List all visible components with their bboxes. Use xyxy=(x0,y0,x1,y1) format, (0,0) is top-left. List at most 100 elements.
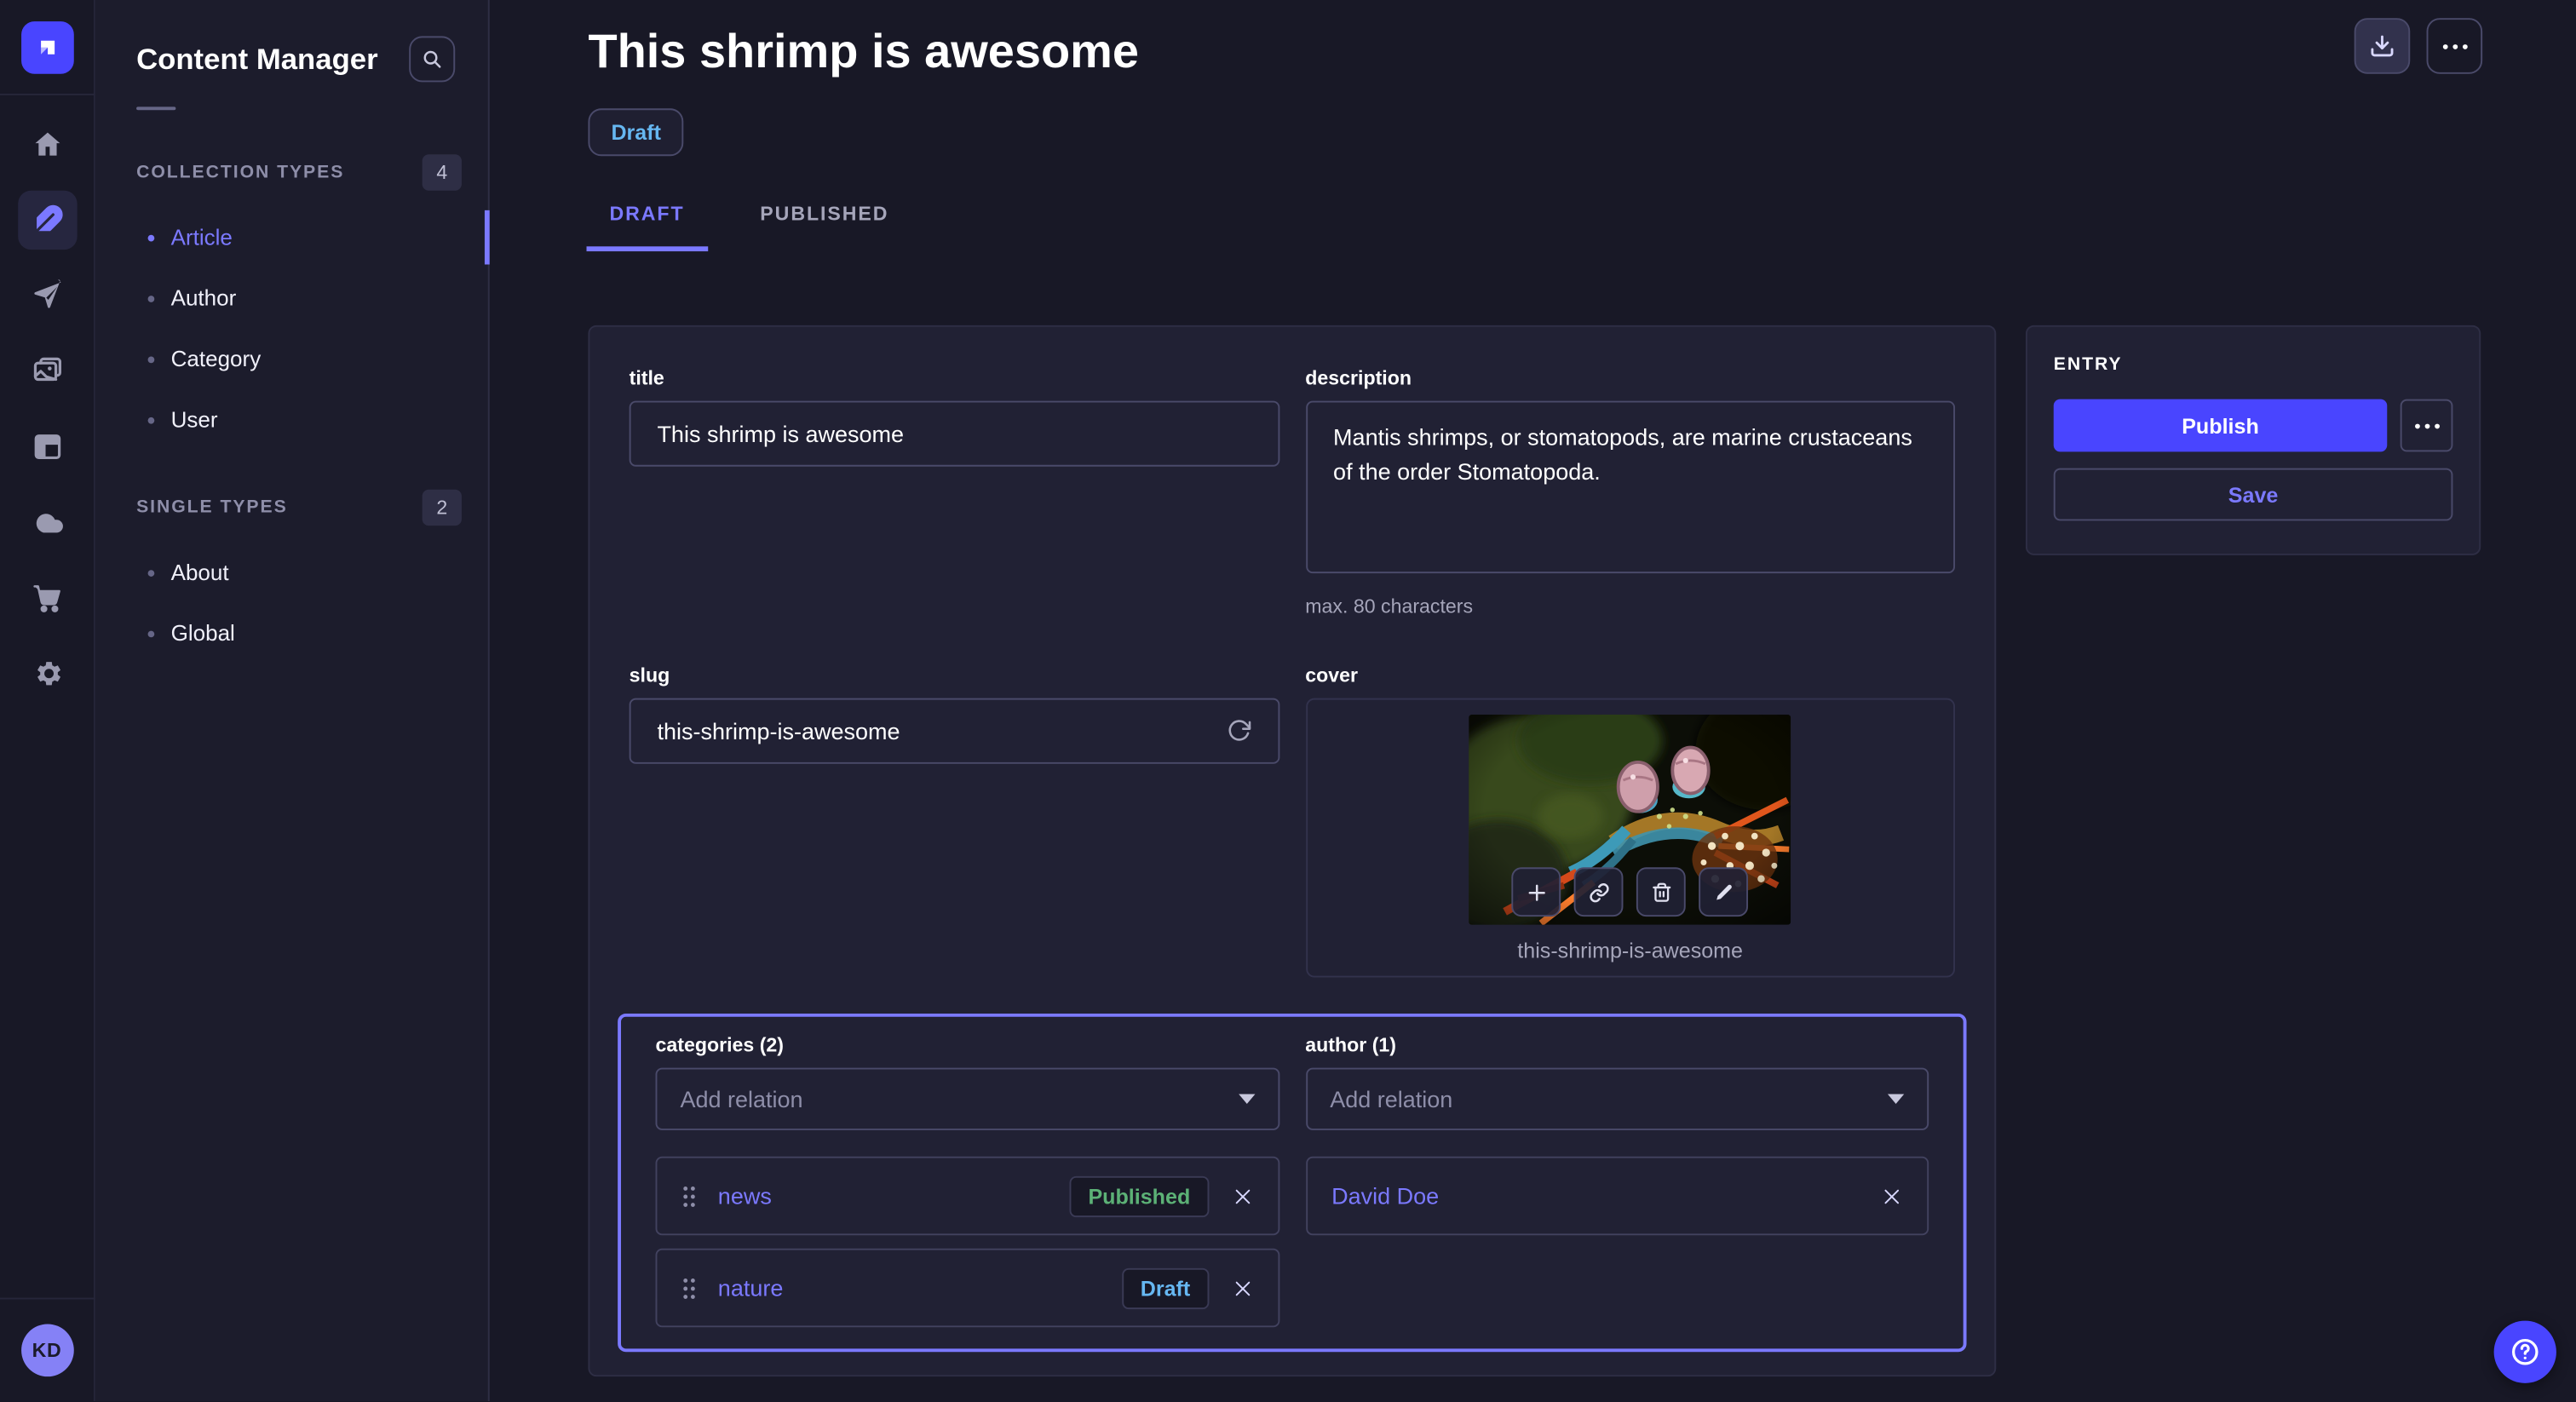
description-label: description xyxy=(1305,366,1955,389)
publish-button[interactable]: Publish xyxy=(2054,399,2388,452)
strapi-logo[interactable] xyxy=(20,21,73,74)
slug-label: slug xyxy=(630,664,1279,687)
categories-field: categories (2) Add relation news Publ xyxy=(656,1033,1279,1327)
remove-relation-button[interactable] xyxy=(1231,1185,1252,1206)
collection-types-heading: COLLECTION TYPES xyxy=(136,163,344,182)
more-options-icon xyxy=(2414,423,2439,428)
add-media-button[interactable] xyxy=(1512,867,1561,916)
download-button[interactable] xyxy=(2355,18,2411,74)
edit-media-button[interactable] xyxy=(1699,867,1749,916)
version-tabs: DRAFT PUBLISHED xyxy=(587,202,2576,251)
link-icon xyxy=(1588,882,1609,903)
slug-input[interactable] xyxy=(657,718,1224,744)
relation-link-news[interactable]: news xyxy=(718,1183,1070,1210)
cover-image[interactable] xyxy=(1469,715,1791,925)
rail-divider xyxy=(0,1298,95,1300)
trash-icon xyxy=(1651,882,1672,903)
author-add-relation-select[interactable]: Add relation xyxy=(1305,1068,1929,1130)
plus-icon xyxy=(1526,882,1547,903)
sidebar-item-user[interactable]: User xyxy=(95,389,488,450)
sidebar-item-category[interactable]: Category xyxy=(95,329,488,389)
relation-item-nature: nature Draft xyxy=(656,1249,1279,1328)
content-type-builder-icon[interactable] xyxy=(17,417,76,476)
subnav-divider xyxy=(136,106,175,110)
media-library-icon[interactable] xyxy=(17,342,76,400)
entry-panel: ENTRY Publish Save xyxy=(2026,325,2481,555)
edit-form-card: title description Mantis shrimps, or sto… xyxy=(588,325,1996,1376)
marketplace-cart-icon[interactable] xyxy=(17,568,76,627)
sidebar-item-article[interactable]: Article xyxy=(95,207,488,267)
more-options-icon xyxy=(2442,43,2467,49)
slug-field: slug xyxy=(630,664,1279,977)
tab-published[interactable]: PUBLISHED xyxy=(737,202,911,251)
send-icon[interactable] xyxy=(17,266,76,325)
cover-media-box: this-shrimp-is-awesome xyxy=(1305,698,1955,978)
drag-handle-icon[interactable] xyxy=(681,1276,696,1301)
relation-status-badge: Draft xyxy=(1123,1267,1209,1308)
strapi-logo-icon xyxy=(32,32,63,64)
chevron-down-icon xyxy=(1888,1094,1904,1104)
strapi-admin-window: KD Content Manager COLLECTION TYPES 4 Ar… xyxy=(0,0,2576,1401)
close-icon xyxy=(1881,1185,1902,1206)
settings-gear-icon[interactable] xyxy=(17,644,76,703)
copy-link-button[interactable] xyxy=(1574,867,1624,916)
remove-relation-button[interactable] xyxy=(1881,1185,1902,1206)
pencil-icon xyxy=(1713,882,1734,903)
relation-link-david-doe[interactable]: David Doe xyxy=(1331,1183,1881,1210)
categories-label: categories (2) xyxy=(656,1033,1279,1056)
title-field: title xyxy=(630,366,1279,618)
entry-panel-title: ENTRY xyxy=(2054,355,2453,375)
help-button[interactable] xyxy=(2494,1321,2556,1383)
sidebar-item-global[interactable]: Global xyxy=(95,603,488,664)
entry-more-options-button[interactable] xyxy=(2401,399,2453,452)
single-types-count: 2 xyxy=(423,490,462,526)
relations-highlight-box: categories (2) Add relation news Publ xyxy=(618,1014,1966,1352)
header-more-options-button[interactable] xyxy=(2427,18,2483,74)
description-field: description Mantis shrimps, or stomatopo… xyxy=(1305,366,1955,618)
collection-types-count: 4 xyxy=(423,154,462,190)
user-avatar[interactable]: KD xyxy=(20,1324,73,1376)
description-hint: max. 80 characters xyxy=(1305,595,1955,618)
regenerate-icon xyxy=(1225,718,1251,744)
search-icon xyxy=(421,48,444,71)
remove-relation-button[interactable] xyxy=(1231,1277,1252,1298)
main-nav-rail: KD xyxy=(0,0,95,1401)
content-manager-feather-icon[interactable] xyxy=(17,191,76,250)
relation-link-nature[interactable]: nature xyxy=(718,1275,1123,1301)
rail-divider xyxy=(0,94,95,95)
relation-item-news: news Published xyxy=(656,1157,1279,1236)
categories-add-relation-select[interactable]: Add relation xyxy=(656,1068,1279,1130)
cover-caption: this-shrimp-is-awesome xyxy=(1517,938,1743,962)
drag-handle-icon[interactable] xyxy=(681,1184,696,1209)
cover-label: cover xyxy=(1305,664,1955,687)
sidebar-item-about[interactable]: About xyxy=(95,542,488,602)
home-icon[interactable] xyxy=(17,115,76,174)
chevron-down-icon xyxy=(1238,1094,1254,1104)
title-input[interactable] xyxy=(657,421,1251,447)
subnav-title: Content Manager xyxy=(136,42,378,77)
main-content: This shrimp is awesome Draft DRAFT PUBLI… xyxy=(490,0,2576,1401)
tab-draft[interactable]: DRAFT xyxy=(587,202,708,251)
cloud-icon[interactable] xyxy=(17,493,76,552)
save-button[interactable]: Save xyxy=(2054,468,2453,521)
sidebar-item-author[interactable]: Author xyxy=(95,267,488,328)
single-types-heading: SINGLE TYPES xyxy=(136,497,288,517)
download-icon xyxy=(2369,33,2395,60)
help-question-icon xyxy=(2509,1336,2542,1369)
title-label: title xyxy=(630,366,1279,389)
delete-media-button[interactable] xyxy=(1636,867,1686,916)
relation-status-badge: Published xyxy=(1070,1175,1208,1216)
close-icon xyxy=(1231,1277,1252,1298)
close-icon xyxy=(1231,1185,1252,1206)
cover-field: cover xyxy=(1305,664,1955,977)
cover-actions xyxy=(1512,867,1749,916)
page-title: This shrimp is awesome xyxy=(588,26,2576,81)
relation-item-david-doe: David Doe xyxy=(1305,1157,1929,1236)
search-button[interactable] xyxy=(409,36,455,82)
author-label: author (1) xyxy=(1305,1033,1929,1056)
author-field: author (1) Add relation David Doe xyxy=(1305,1033,1929,1327)
content-manager-subnav: Content Manager COLLECTION TYPES 4 Artic… xyxy=(95,0,490,1401)
description-textarea[interactable]: Mantis shrimps, or stomatopods, are mari… xyxy=(1305,401,1955,574)
status-badge: Draft xyxy=(588,108,684,156)
regenerate-slug-button[interactable] xyxy=(1225,718,1251,744)
